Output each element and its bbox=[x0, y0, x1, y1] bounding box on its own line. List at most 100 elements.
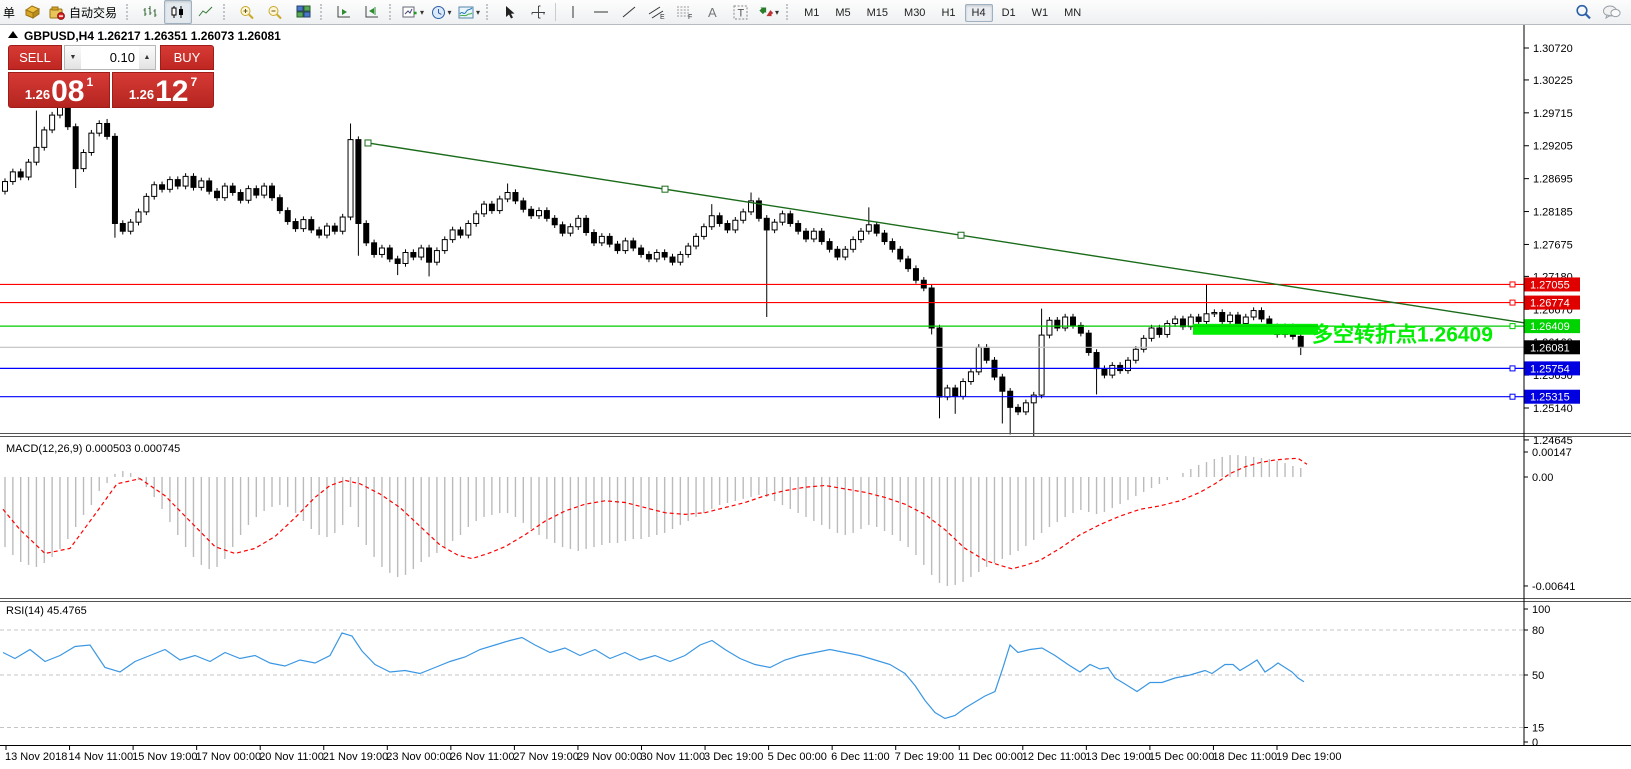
horizontal-line-button[interactable] bbox=[587, 0, 615, 24]
arrows-button[interactable]: ▾ bbox=[755, 0, 783, 24]
svg-text:1.28695: 1.28695 bbox=[1533, 174, 1573, 186]
buy-price-sup: 7 bbox=[191, 75, 198, 89]
fibonacci-button[interactable]: F bbox=[671, 0, 699, 24]
trend-line-button[interactable] bbox=[615, 0, 643, 24]
equidistant-channel-button[interactable]: E bbox=[643, 0, 671, 24]
toolbar-separator bbox=[555, 3, 556, 21]
timeframe-w1[interactable]: W1 bbox=[1025, 4, 1056, 22]
tile-windows-button[interactable] bbox=[289, 0, 317, 24]
svg-text:27 Nov 19:00: 27 Nov 19:00 bbox=[513, 751, 578, 763]
gold-order-icon bbox=[24, 5, 41, 20]
volume-increase-button[interactable]: ▲ bbox=[139, 46, 155, 69]
new-order-button[interactable]: 单 bbox=[0, 4, 18, 21]
timeframe-m30[interactable]: M30 bbox=[897, 4, 932, 22]
svg-text:15: 15 bbox=[1532, 723, 1544, 735]
svg-text:6 Dec 11:00: 6 Dec 11:00 bbox=[831, 751, 890, 763]
chart-svg[interactable]: 1.307201.302251.297151.292051.286951.281… bbox=[0, 25, 1631, 769]
dropdown-caret-icon[interactable]: ▾ bbox=[476, 8, 480, 17]
sell-price-display[interactable]: 1.26 08 1 bbox=[8, 72, 110, 108]
candlesticks bbox=[3, 91, 1304, 436]
autotrading-button[interactable]: 自动交易 bbox=[46, 0, 123, 24]
chart-shift-icon bbox=[364, 5, 380, 19]
trend-line-object[interactable] bbox=[365, 140, 1524, 323]
toolbar-grip bbox=[389, 4, 396, 20]
line-chart-button[interactable] bbox=[192, 0, 220, 24]
timeframe-m15[interactable]: M15 bbox=[860, 4, 895, 22]
svg-text:A: A bbox=[708, 5, 717, 19]
svg-text:13 Nov 2018: 13 Nov 2018 bbox=[5, 751, 67, 763]
toolbar-right-icons bbox=[1569, 0, 1625, 24]
search-button[interactable] bbox=[1569, 0, 1597, 24]
one-click-trading-panel: SELL ▼ ▲ BUY 1.26 08 1 1.26 12 7 bbox=[8, 45, 214, 108]
sell-button[interactable]: SELL bbox=[8, 45, 62, 70]
toolbar-grip bbox=[786, 4, 793, 20]
trend-line-icon bbox=[621, 5, 637, 19]
timeframe-m1[interactable]: M1 bbox=[797, 4, 826, 22]
timeframe-m5[interactable]: M5 bbox=[828, 4, 857, 22]
svg-text:13 Dec 19:00: 13 Dec 19:00 bbox=[1085, 751, 1150, 763]
buy-button[interactable]: BUY bbox=[160, 45, 214, 70]
buy-price-big: 12 bbox=[155, 79, 188, 105]
tile-windows-icon bbox=[296, 5, 311, 19]
chat-icon bbox=[1602, 4, 1621, 20]
svg-text:26 Nov 11:00: 26 Nov 11:00 bbox=[450, 751, 515, 763]
volume-input[interactable] bbox=[81, 46, 139, 69]
dropdown-caret-icon[interactable]: ▾ bbox=[420, 8, 424, 17]
zoom-in-button[interactable] bbox=[233, 0, 261, 24]
sell-price-prefix: 1.26 bbox=[25, 87, 50, 102]
svg-text:30 Nov 11:00: 30 Nov 11:00 bbox=[641, 751, 706, 763]
chat-button[interactable] bbox=[1597, 0, 1625, 24]
volume-decrease-button[interactable]: ▼ bbox=[65, 46, 81, 69]
timeframe-d1[interactable]: D1 bbox=[995, 4, 1023, 22]
autotrading-label: 自动交易 bbox=[66, 4, 120, 21]
new-order-icon-button[interactable] bbox=[18, 0, 46, 24]
svg-text:-0.00641: -0.00641 bbox=[1532, 581, 1575, 593]
candlestick-chart-button[interactable] bbox=[164, 0, 192, 24]
chart-shift-button[interactable] bbox=[358, 0, 386, 24]
svg-text:50: 50 bbox=[1532, 670, 1544, 682]
crosshair-button[interactable] bbox=[524, 0, 552, 24]
zoom-out-icon bbox=[267, 5, 283, 20]
svg-text:RSI(14) 45.4765: RSI(14) 45.4765 bbox=[6, 605, 87, 617]
text-label-button[interactable]: T bbox=[727, 0, 755, 24]
search-icon bbox=[1575, 4, 1592, 20]
dropdown-caret-icon[interactable]: ▾ bbox=[448, 8, 452, 17]
equidistant-channel-icon: E bbox=[648, 5, 666, 20]
bar-chart-button[interactable] bbox=[136, 0, 164, 24]
toolbar-grip bbox=[126, 4, 133, 20]
svg-text:1.27675: 1.27675 bbox=[1533, 239, 1573, 251]
level-lines[interactable] bbox=[0, 282, 1524, 399]
indicators-icon bbox=[458, 5, 475, 20]
annotation-text[interactable]: 多空转折点1.26409 bbox=[1312, 323, 1493, 347]
text-button[interactable]: A bbox=[699, 0, 727, 24]
vertical-line-button[interactable] bbox=[559, 0, 587, 24]
auto-scroll-button[interactable] bbox=[330, 0, 358, 24]
autotrading-icon bbox=[49, 5, 66, 20]
timeframe-mn[interactable]: MN bbox=[1057, 4, 1088, 22]
price-badges: 1.270551.267741.264091.257541.253151.260… bbox=[1524, 277, 1580, 403]
vertical-line-icon bbox=[567, 5, 579, 19]
time-axis: 13 Nov 201814 Nov 11:0015 Nov 19:0017 No… bbox=[5, 746, 1341, 763]
period-button[interactable]: ▾ bbox=[427, 0, 455, 24]
toolbar-grip bbox=[486, 4, 493, 20]
new-chart-button[interactable]: ▾ bbox=[399, 0, 427, 24]
rsi-panel: RSI(14) 45.47651008050150 bbox=[0, 604, 1550, 749]
timeframe-list: M1M5M15M30H1H4D1W1MN bbox=[796, 3, 1089, 21]
timeframe-h1[interactable]: H1 bbox=[934, 4, 962, 22]
timeframe-h4[interactable]: H4 bbox=[965, 4, 993, 22]
buy-price-display[interactable]: 1.26 12 7 bbox=[112, 72, 214, 108]
chart-area[interactable]: 1.307201.302251.297151.292051.286951.281… bbox=[0, 25, 1631, 769]
cursor-button[interactable] bbox=[496, 0, 524, 24]
zoom-out-button[interactable] bbox=[261, 0, 289, 24]
svg-text:1.28185: 1.28185 bbox=[1533, 207, 1573, 219]
svg-text:1.26409: 1.26409 bbox=[1530, 321, 1570, 333]
svg-text:21 Nov 19:00: 21 Nov 19:00 bbox=[323, 751, 388, 763]
svg-text:17 Nov 00:00: 17 Nov 00:00 bbox=[196, 751, 261, 763]
toolbar-grip bbox=[223, 4, 230, 20]
toolbar-grip bbox=[320, 4, 327, 20]
indicators-button[interactable]: ▾ bbox=[455, 0, 483, 24]
svg-text:19 Dec 19:00: 19 Dec 19:00 bbox=[1276, 751, 1341, 763]
dropdown-caret-icon[interactable]: ▾ bbox=[775, 8, 779, 17]
svg-text:0.00: 0.00 bbox=[1532, 472, 1553, 484]
highlight-rectangle[interactable] bbox=[1193, 324, 1318, 335]
